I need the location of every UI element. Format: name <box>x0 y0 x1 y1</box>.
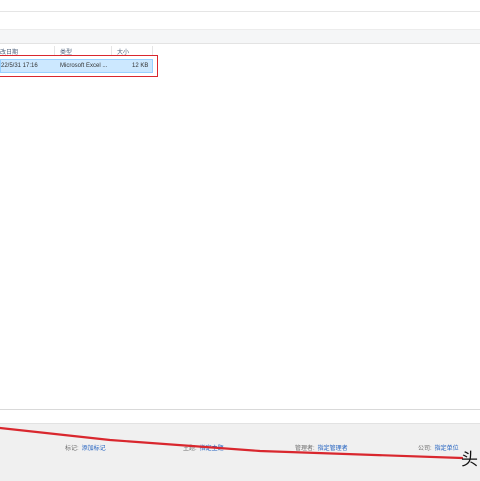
property-tags-value[interactable]: 添加标记 <box>82 446 106 452</box>
explorer-toolbar <box>0 30 480 44</box>
watermark-text: 头 <box>461 450 478 470</box>
property-company-value[interactable]: 指定单位 <box>435 446 459 452</box>
property-tags: 标记: 添加标记 <box>65 443 106 452</box>
property-manager: 管理者: 指定管理者 <box>295 443 348 452</box>
address-bar[interactable] <box>0 12 480 30</box>
details-pane: 标记: 添加标记 主题: 指定主题 管理者: 指定管理者 公司: 指定单位 <box>0 409 480 481</box>
annotation-highlight-box <box>0 55 158 77</box>
property-manager-value[interactable]: 指定管理者 <box>318 446 348 452</box>
property-subject: 主题: 指定主题 <box>183 443 224 452</box>
property-company: 公司: 指定单位 <box>418 443 459 452</box>
property-company-label: 公司: <box>418 446 432 452</box>
window-top-bar <box>0 0 480 12</box>
property-subject-label: 主题: <box>183 446 197 452</box>
property-tags-label: 标记: <box>65 446 79 452</box>
details-pane-strip <box>0 410 480 424</box>
property-manager-label: 管理者: <box>295 446 315 452</box>
property-subject-value[interactable]: 指定主题 <box>200 446 224 452</box>
